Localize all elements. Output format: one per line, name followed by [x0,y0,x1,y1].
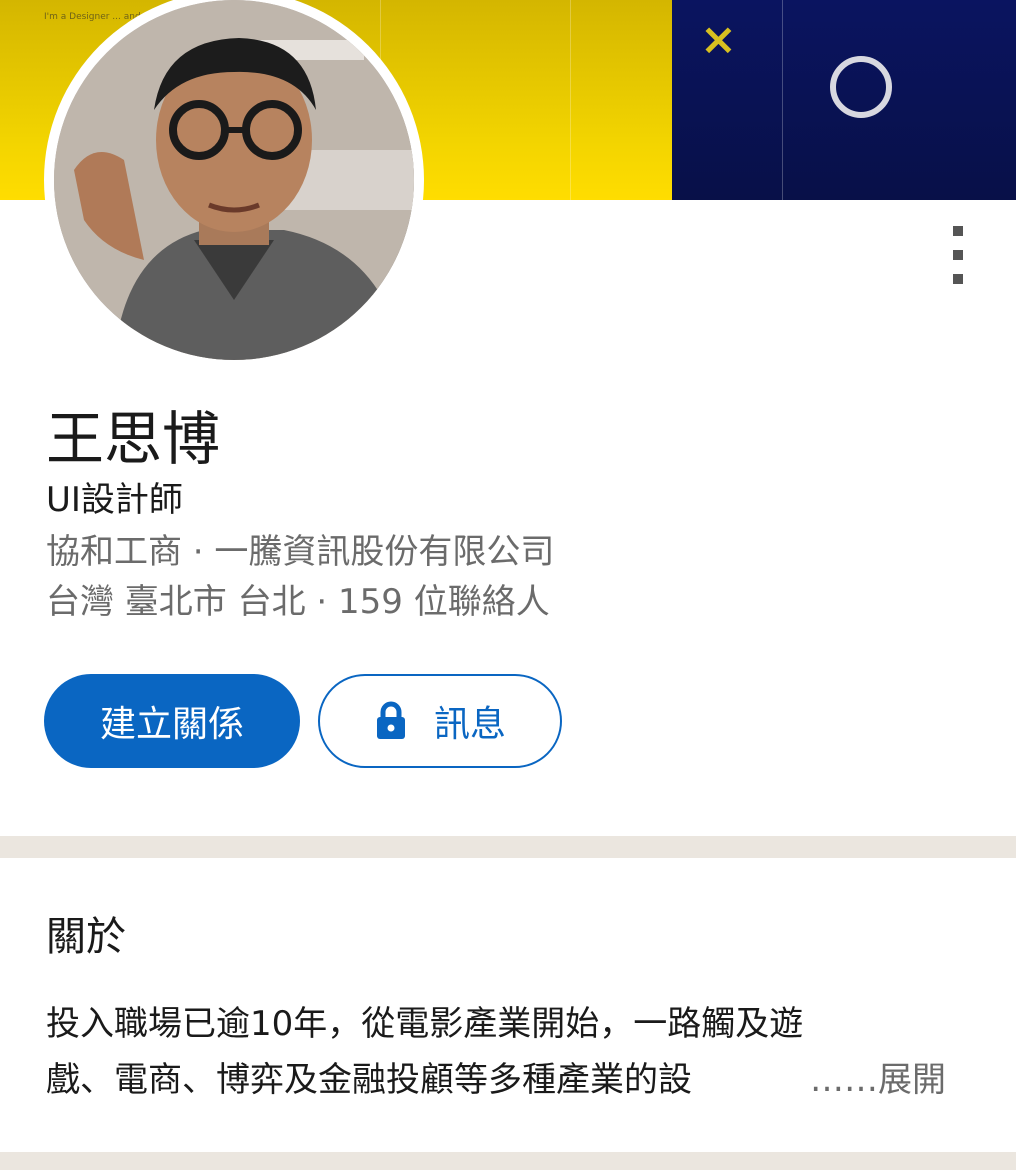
about-title: 關於 [46,914,126,960]
more-vertical-icon[interactable] [946,226,970,292]
see-more-link[interactable]: ……展開 [810,1052,946,1108]
about-line: 投入職場已逾10年，從電影產業開始，一路觸及遊 [46,1004,804,1044]
banner-x-mark: × [700,14,737,65]
more-dot [953,274,963,284]
profile-headline: UI設計師 [46,480,183,520]
section-divider [0,1152,1016,1170]
person-portrait-icon [54,0,414,360]
profile-location-connections: 台灣 臺北市 台北 · 159 位聯絡人 [46,582,550,622]
profile-school-company: 協和工商 · 一騰資訊股份有限公司 [46,532,555,572]
avatar-photo [54,0,414,360]
banner-divider-line [570,0,571,200]
banner-divider-line [782,0,783,200]
about-text: 投入職場已逾10年，從電影產業開始，一路觸及遊 戲、電商、博弈及金融投顧等多種產… [46,996,806,1108]
message-button[interactable]: 訊息 [318,674,562,768]
section-divider [0,836,1016,858]
connect-button[interactable]: 建立關係 [44,674,300,768]
more-dot [953,250,963,260]
more-dot [953,226,963,236]
banner-o-mark [830,56,892,118]
lock-icon [376,701,405,739]
message-button-label: 訊息 [433,704,506,745]
about-line: 戲、電商、博弈及金融投顧等多種產業的設 [46,1060,692,1100]
avatar[interactable] [44,0,424,370]
banner-navy-panel: × [672,0,1016,200]
profile-name: 王思博 [46,405,221,473]
